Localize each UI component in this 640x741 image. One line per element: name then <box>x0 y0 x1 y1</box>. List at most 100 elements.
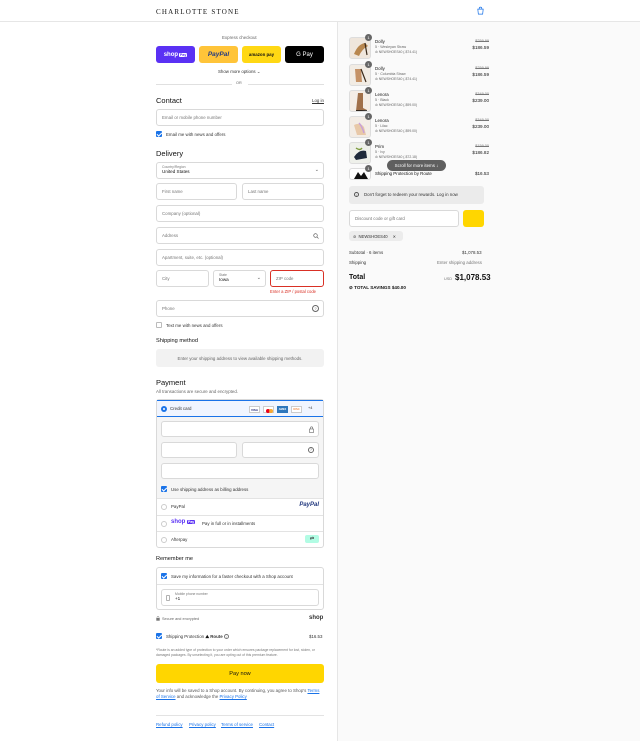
item-name: Dolly <box>375 39 385 44</box>
lock-icon <box>156 616 160 621</box>
afterpay-radio[interactable] <box>161 537 167 543</box>
payment-heading: Payment <box>156 378 186 387</box>
shop-terms-note: Your info will be saved to a Shop accoun… <box>156 688 320 699</box>
quantity-badge: 1 <box>365 139 372 146</box>
privacy-policy-footer-link[interactable]: Privacy policy <box>189 722 216 727</box>
contact-heading: Contact <box>156 96 182 105</box>
address-field[interactable]: Address <box>156 227 324 244</box>
payment-subtitle: All transactions are secure and encrypte… <box>156 389 239 394</box>
afterpay-label: Afterpay <box>171 537 188 542</box>
item-variant: 5 · Wesleyan Straw <box>375 45 407 49</box>
item-variant: 5 · Ivy <box>375 150 385 154</box>
shop-logo: shop <box>309 615 324 621</box>
amazon-pay-button[interactable]: amazon pay <box>242 46 281 63</box>
scroll-more-items-pill[interactable]: Scroll for more items ↓ <box>387 160 446 171</box>
remember-me-heading: Remember me <box>156 556 193 562</box>
info-icon[interactable]: i <box>223 634 229 639</box>
text-news-checkbox[interactable] <box>156 322 162 328</box>
route-logo: Route <box>210 634 223 639</box>
subtotal-value: $1,078.53 <box>462 250 482 255</box>
discover-icon: DISC <box>291 406 302 413</box>
privacy-policy-link[interactable]: Privacy Policy <box>220 694 247 699</box>
paypal-radio[interactable] <box>161 504 167 510</box>
info-icon: i <box>354 192 359 197</box>
last-name-field[interactable]: Last name <box>242 183 324 200</box>
shop-pay-badge: Pay <box>179 52 188 57</box>
apartment-field[interactable]: Apartment, suite, etc. (optional) <box>156 249 324 266</box>
total-value: $1,078.53 <box>455 273 491 282</box>
help-icon[interactable]: ? <box>312 305 319 312</box>
company-field[interactable]: Company (optional) <box>156 205 324 222</box>
billing-address-label: Use shipping address as billing address <box>171 487 249 492</box>
shipping-protection-price: $16.53 <box>309 634 323 639</box>
state-value: Iowa <box>219 277 229 282</box>
contact-link[interactable]: Contact <box>259 722 274 727</box>
refund-policy-link[interactable]: Refund policy <box>156 722 183 727</box>
quantity-badge: 1 <box>365 61 372 68</box>
show-more-options-link[interactable]: Show more options ⌄ <box>218 69 260 75</box>
rewards-text: Don't forget to redeem your rewards. Log… <box>364 192 458 197</box>
state-select[interactable]: State Iowa ⌄ <box>213 270 266 287</box>
zip-field[interactable]: ZIP code <box>270 270 324 287</box>
mobile-phone-field[interactable]: Mobile phone number +1 <box>161 589 319 606</box>
google-pay-button[interactable]: G Pay <box>285 46 324 63</box>
name-on-card-field[interactable] <box>161 463 319 479</box>
cart-item: 1 Dolly 5 · Wesleyan Straw ⊘ NEWSHOES40 … <box>349 34 489 63</box>
item-original-price: $259.99 <box>475 39 489 43</box>
email-news-label: Email me with news and offers <box>166 132 226 137</box>
terms-of-service-footer-link[interactable]: Terms of service <box>221 722 253 727</box>
close-icon[interactable]: ✕ <box>393 234 397 239</box>
pay-now-button[interactable]: Pay now <box>156 664 324 683</box>
quantity-badge: 1 <box>365 113 372 120</box>
save-info-checkbox[interactable] <box>161 573 167 579</box>
item-variant: 5 · Lilac <box>375 124 388 128</box>
shipping-protection-label: Shipping Protection ⛰ Route i <box>166 634 229 639</box>
security-code-field[interactable]: ? <box>242 442 319 458</box>
shop-pay-button[interactable]: shop Pay <box>156 46 195 63</box>
cart-item: 1 Lenora 5 · Lilac ⊘ NEWSHOES40 (-$99.00… <box>349 113 489 142</box>
credit-card-radio[interactable] <box>161 406 167 412</box>
shop-pay-radio[interactable] <box>161 521 167 527</box>
paypal-option[interactable]: PayPal PayPal <box>157 498 323 515</box>
mobile-icon <box>166 595 170 601</box>
save-info-label: Save my information for a faster checkou… <box>171 574 293 579</box>
item-name: Lenora <box>375 118 389 123</box>
shipping-protection-checkbox[interactable] <box>156 633 162 639</box>
delivery-heading: Delivery <box>156 149 184 158</box>
header: CHARLOTTE STONE <box>0 0 640 22</box>
shopping-bag-icon[interactable] <box>476 6 485 15</box>
visa-icon: VISA <box>249 406 260 413</box>
first-name-field[interactable]: First name <box>156 183 237 200</box>
email-news-checkbox[interactable] <box>156 131 162 137</box>
zip-error: Enter a ZIP / postal code <box>270 289 317 294</box>
item-price: $186.59 <box>472 45 489 50</box>
city-field[interactable]: City <box>156 270 209 287</box>
item-price: $186.59 <box>472 72 489 77</box>
afterpay-icon: ⇄ <box>305 535 319 543</box>
paypal-express-button[interactable]: PayPal <box>199 46 238 63</box>
item-discount: ⊘ NEWSHOES40 (-$99.00) <box>375 129 418 133</box>
country-select[interactable]: Country/Region United States ⌄ <box>156 162 324 179</box>
email-field[interactable]: Email or mobile phone number <box>156 109 324 126</box>
amex-icon: AMEX <box>277 406 288 413</box>
afterpay-option[interactable]: Afterpay ⇄ <box>157 531 323 547</box>
login-link[interactable]: Log in <box>312 98 324 103</box>
item-name: Lenora <box>375 92 389 97</box>
help-icon[interactable]: ? <box>308 447 314 453</box>
discount-code-field[interactable]: Discount code or gift card <box>349 210 459 227</box>
store-logo[interactable]: CHARLOTTE STONE <box>156 8 240 16</box>
rewards-banner[interactable]: i Don't forget to redeem your rewards. L… <box>349 186 484 204</box>
shop-pay-wordmark: shop <box>163 51 179 58</box>
card-number-field[interactable] <box>161 421 319 437</box>
tag-icon: ⊘ <box>375 155 378 159</box>
phone-field[interactable]: Phone ? <box>156 300 324 317</box>
shop-pay-option[interactable]: shop Pay Pay in full or in installments <box>157 515 323 531</box>
item-original-price: $259.99 <box>475 66 489 70</box>
credit-card-option[interactable]: Credit card VISA AMEX DISC +4 <box>157 400 323 417</box>
item-name: Shipping Protection by Route <box>375 171 432 176</box>
billing-address-checkbox[interactable] <box>161 486 167 492</box>
apply-discount-button[interactable] <box>463 210 484 227</box>
subtotal-label: Subtotal · 6 items <box>349 250 384 255</box>
expiration-field[interactable] <box>161 442 237 458</box>
more-cards-count: +4 <box>308 406 313 410</box>
